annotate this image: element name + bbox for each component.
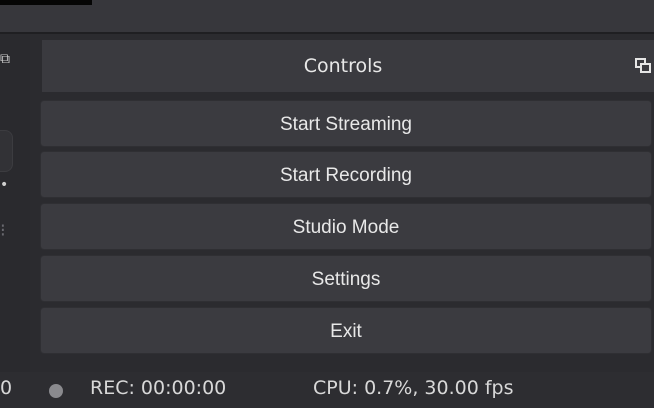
status-bar: 0 REC: 00:00:00 CPU: 0.7%, 30.00 fps [0,372,654,408]
settings-button[interactable]: Settings [40,255,652,302]
top-toolbar [0,0,654,32]
studio-mode-button[interactable]: Studio Mode [40,203,652,250]
obs-window: ⧉ • ⁝ Controls Start Streaming Start Rec… [0,0,654,408]
controls-title-bar: Controls [42,40,654,92]
record-status-icon [49,384,63,398]
rec-timer: REC: 00:00:00 [90,377,227,399]
left-dock-fragment: ⧉ • ⁝ [0,34,30,376]
start-streaming-button[interactable]: Start Streaming [40,100,652,147]
status-fragment: 0 [0,377,13,399]
preview-fragment [0,0,92,5]
exit-button[interactable]: Exit [40,307,652,354]
left-slider-fragment[interactable] [0,130,13,172]
panel-title: Controls [303,55,383,77]
left-dot-icon: • [0,177,9,193]
left-dim-icon: ⁝ [0,220,6,241]
left-dock-float-icon[interactable]: ⧉ [0,52,10,66]
cpu-fps-status: CPU: 0.7%, 30.00 fps [313,377,514,399]
start-recording-button[interactable]: Start Recording [40,151,652,198]
float-dock-icon[interactable] [634,57,652,75]
